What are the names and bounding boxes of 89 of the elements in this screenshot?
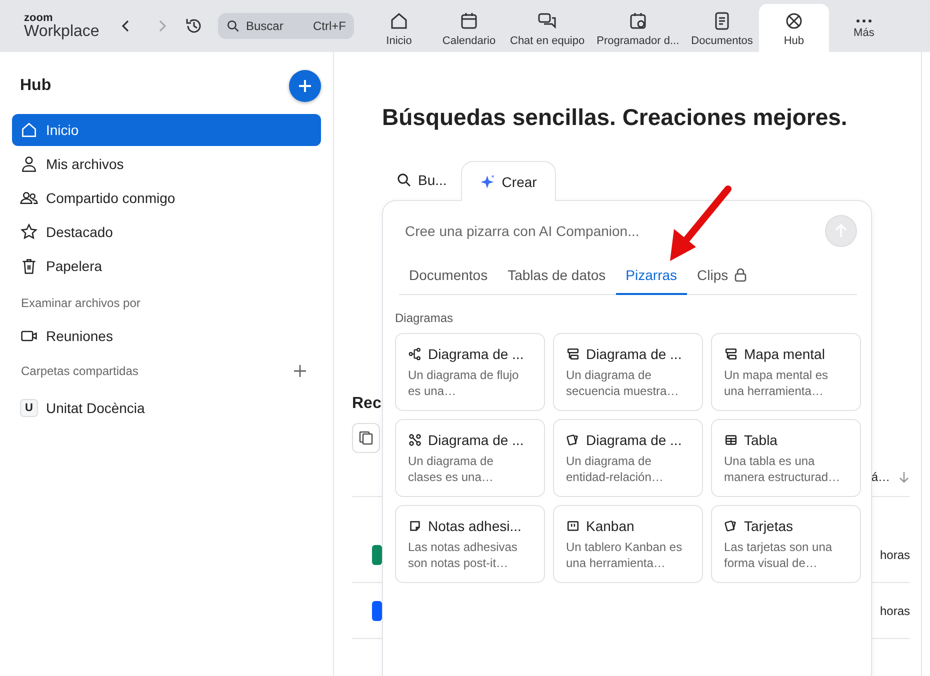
card-description: Un tablero Kanban es una herramienta…: [566, 539, 684, 571]
template-card[interactable]: Diagrama de ... Un diagrama de flujo es una…: [395, 333, 545, 411]
trash-icon: [20, 257, 38, 275]
sequence-icon: [566, 347, 580, 361]
person-icon: [20, 155, 38, 173]
chat-icon: [537, 11, 558, 31]
home-icon: [389, 11, 409, 31]
home-icon: [20, 121, 38, 139]
section-title: Rec: [352, 395, 382, 413]
category-tab[interactable]: Tablas de datos: [498, 257, 616, 295]
folder-badge: U: [20, 399, 38, 417]
lock-icon: [734, 268, 748, 282]
time-label: horas: [880, 604, 910, 618]
template-card[interactable]: Notas adhesi... Las notas adhesivas son notas post-it…: [395, 505, 545, 583]
sparkle-icon: [480, 174, 496, 190]
category-tab[interactable]: Clips: [687, 257, 758, 295]
cards-icon: [724, 519, 738, 533]
card-title: Tarjetas: [744, 518, 794, 534]
folder-item[interactable]: U Unitat Docència: [12, 392, 321, 424]
template-card[interactable]: Tarjetas Las tarjetas son una forma visual de…: [711, 505, 861, 583]
card-title: Diagrama de ...: [428, 346, 524, 362]
card-title: Mapa mental: [744, 346, 825, 362]
sidebar-item[interactable]: Mis archivos: [12, 148, 321, 180]
kanban-icon: [566, 519, 580, 533]
add-icon[interactable]: [293, 364, 307, 378]
nav-tab[interactable]: Calendario: [434, 4, 504, 52]
mode-tab[interactable]: Bu...: [382, 160, 461, 200]
card-description: Las notas adhesivas son notas post-it…: [408, 539, 518, 571]
template-card[interactable]: Kanban Un tablero Kanban es una herramienta…: [553, 505, 703, 583]
flowchart-icon: [408, 347, 422, 361]
copy-icon: [358, 430, 374, 446]
logo: zoom Workplace: [24, 12, 100, 40]
template-card[interactable]: Diagrama de ... Un diagrama de entidad-relación…: [553, 419, 703, 497]
nav-tab[interactable]: Inicio: [364, 4, 434, 52]
card-description: Un mapa mental es una herramienta…: [724, 367, 830, 399]
time-label: horas: [880, 548, 910, 562]
sidebar-item[interactable]: Destacado: [12, 216, 321, 248]
cards-icon: [566, 433, 580, 447]
nav-tab[interactable]: Documentos: [685, 4, 759, 52]
hub-icon: [784, 11, 804, 31]
section-label: Examinar archivos por: [20, 295, 142, 312]
search-icon: [396, 172, 412, 188]
star-icon: [20, 223, 38, 241]
sidebar-item[interactable]: Inicio: [12, 114, 321, 146]
section-label: Carpetas compartidas: [21, 364, 138, 378]
card-description: Un diagrama de entidad-relación…: [566, 453, 664, 485]
card-title: Tabla: [744, 432, 778, 448]
card-description: Un diagrama de clases es una…: [408, 453, 494, 485]
nav-tab[interactable]: Hub: [758, 4, 829, 52]
column-header: á…: [871, 470, 890, 484]
card-description: Un diagrama de secuencia muestra…: [566, 367, 680, 399]
class-diagram-icon: [408, 433, 422, 447]
sequence-icon: [724, 347, 738, 361]
headline: Búsquedas sencillas. Creaciones mejores.: [382, 104, 848, 131]
calendar-clock-icon: [628, 11, 648, 31]
card-description: Las tarjetas son una forma visual de…: [724, 539, 834, 571]
people-icon: [20, 189, 38, 207]
section-label: Diagramas: [395, 311, 454, 325]
template-card[interactable]: Tabla Una tabla es una manera estructurad…: [711, 419, 861, 497]
template-card[interactable]: Mapa mental Un mapa mental es una herramienta…: [711, 333, 861, 411]
new-button[interactable]: [289, 70, 321, 102]
sidebar-item[interactable]: Papelera: [12, 250, 321, 282]
card-description: Un diagrama de flujo es una…: [408, 367, 520, 399]
card-description: Una tabla es una manera estructurad…: [724, 453, 842, 485]
template-card[interactable]: Diagrama de ... Un diagrama de clases es una…: [395, 419, 545, 497]
card-title: Diagrama de ...: [586, 432, 682, 448]
mode-tab[interactable]: Crear: [460, 161, 556, 201]
nav-tab[interactable]: Más: [828, 4, 899, 52]
category-tab[interactable]: Documentos: [399, 257, 498, 295]
card-title: Kanban: [586, 518, 634, 534]
sidebar-title: Hub: [20, 77, 52, 95]
copy-button[interactable]: [352, 423, 380, 453]
prompt-field[interactable]: Cree una pizarra con AI Companion...: [403, 222, 825, 240]
calendar-icon: [459, 11, 479, 31]
plus-icon: [297, 78, 313, 94]
sidebar-item[interactable]: Compartido conmigo: [12, 182, 321, 214]
table-icon: [724, 433, 738, 447]
card-title: Notas adhesi...: [428, 518, 522, 534]
card-title: Diagrama de ...: [428, 432, 524, 448]
sticky-note-icon: [408, 519, 422, 533]
sidebar-item[interactable]: Reuniones: [12, 320, 321, 352]
sort-arrow-icon[interactable]: [898, 470, 910, 482]
more-icon: [856, 19, 872, 23]
card-title: Diagrama de ...: [586, 346, 682, 362]
search-icon: [226, 19, 240, 33]
template-card[interactable]: Diagrama de ... Un diagrama de secuencia muestra…: [553, 333, 703, 411]
search-field[interactable]: Buscar Ctrl+F: [218, 13, 354, 39]
nav-tab[interactable]: Programador d...: [590, 4, 686, 52]
nav-tab[interactable]: Chat en equipo: [504, 4, 591, 52]
